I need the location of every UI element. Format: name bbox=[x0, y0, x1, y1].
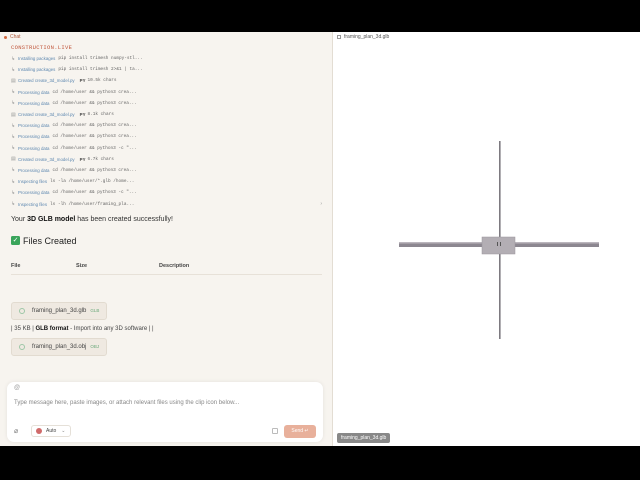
log-ext: PY bbox=[79, 112, 86, 118]
log-command: pip install trimesh 2>&1 | ta... bbox=[58, 67, 143, 73]
log-row[interactable]: ▤ Created create_3d_model.py PY 10.5k chars bbox=[11, 75, 322, 86]
chat-dot-icon bbox=[4, 35, 7, 39]
log-label: Created create_3d_model.py bbox=[18, 78, 75, 84]
step-icon: ↳ bbox=[11, 66, 16, 73]
files-table-header: File Size Description bbox=[11, 263, 322, 271]
message-composer: @ Type message here, paste images, or at… bbox=[7, 382, 323, 442]
log-row[interactable]: ↳ Processing data cd /home/user && python3… bbox=[11, 87, 322, 98]
chat-header: Chat bbox=[0, 32, 332, 42]
step-icon: ↳ bbox=[11, 133, 16, 140]
app-window: Chat CONSTRUCTION.LIVE ↳ Installing packa… bbox=[0, 32, 640, 446]
col-description: Description bbox=[159, 262, 190, 269]
step-icon: ↳ bbox=[11, 145, 16, 152]
log-row[interactable]: ↳ Processing data cd /home/user && python3… bbox=[11, 98, 322, 109]
log-row[interactable]: ↳ Processing data cd /home/user && python3… bbox=[11, 120, 322, 131]
glb-row-text: | 35 KB | GLB format - Import into any 3… bbox=[11, 325, 154, 332]
files-heading: ✓ Files Created bbox=[11, 235, 77, 246]
log-command: cd /home/user && python3 -c "... bbox=[52, 190, 137, 196]
log-row[interactable]: ▤ Created create_3d_model.py PY 8.1k chars bbox=[11, 109, 322, 120]
send-button[interactable]: Send ↵ bbox=[284, 424, 316, 438]
log-label: Processing data bbox=[18, 134, 50, 140]
file-chip-glb[interactable]: framing_plan_3d.glb GLB bbox=[11, 301, 108, 320]
file-icon: ▤ bbox=[11, 77, 16, 84]
block-mark bbox=[500, 242, 501, 246]
file-chip-obj[interactable]: framing_plan_3d.obj OBJ bbox=[11, 337, 108, 356]
log-ext: PY bbox=[79, 156, 86, 162]
log-row[interactable]: ↳ Installing packages pip install trimesh … bbox=[11, 64, 322, 75]
step-icon: ↳ bbox=[11, 167, 16, 174]
step-icon: ↳ bbox=[11, 122, 16, 129]
success-message: Your 3D GLB model has been created succe… bbox=[11, 215, 173, 223]
project-name: CONSTRUCTION.LIVE bbox=[11, 44, 73, 51]
model-viewer[interactable]: framing_plan_3d.glb framing_plan_3d.glb bbox=[333, 32, 640, 446]
step-icon: ↳ bbox=[11, 178, 16, 185]
log-label: Created create_3d_model.py bbox=[18, 156, 75, 162]
step-icon: ↳ bbox=[11, 55, 16, 62]
chevron-right-icon[interactable]: › bbox=[320, 201, 322, 207]
log-command: cd /home/user && python3 crea... bbox=[52, 89, 137, 95]
log-ext: PY bbox=[79, 78, 86, 84]
viewer-filename-label: framing_plan_3d.glb bbox=[337, 433, 391, 443]
file-icon bbox=[19, 343, 25, 350]
log-size: 8.1k chars bbox=[87, 112, 114, 118]
log-command: cd /home/user && python3 crea... bbox=[52, 123, 137, 129]
log-row[interactable]: ↳ Inspecting files ls -la /home/user/*.glb… bbox=[11, 176, 322, 187]
log-row[interactable]: ↳ Processing data cd /home/user && python3… bbox=[11, 187, 322, 198]
log-row[interactable]: ↳ Processing data cd /home/user && python3… bbox=[11, 143, 322, 154]
upload-icon[interactable] bbox=[272, 428, 278, 434]
model-selector[interactable]: Auto ⌄ bbox=[31, 425, 71, 437]
log-row[interactable]: ↳ Inspecting files ls -lh /home/user/frami… bbox=[11, 198, 322, 209]
log-command: cd /home/user && python3 -c "... bbox=[52, 145, 137, 151]
file-icon: ▤ bbox=[11, 111, 16, 118]
log-label: Processing data bbox=[18, 89, 50, 95]
step-icon: ↳ bbox=[11, 189, 16, 196]
log-label: Installing packages bbox=[18, 56, 56, 62]
log-command: cd /home/user && python3 crea... bbox=[52, 100, 137, 106]
center-block bbox=[481, 236, 516, 255]
log-command: pip install trimesh numpy-stl... bbox=[58, 56, 143, 62]
log-label: Processing data bbox=[18, 100, 50, 106]
log-row[interactable]: ↳ Processing data cd /home/user && python3… bbox=[11, 165, 322, 176]
file-icon bbox=[19, 307, 25, 314]
log-size: 10.5k chars bbox=[87, 78, 117, 84]
chevron-down-icon: ⌄ bbox=[61, 428, 66, 434]
3d-scene[interactable] bbox=[333, 32, 640, 446]
file-icon: ▤ bbox=[11, 156, 16, 163]
table-rule bbox=[11, 273, 322, 275]
log-label: Inspecting files bbox=[18, 201, 48, 207]
block-mark bbox=[497, 242, 498, 246]
log-label: Processing data bbox=[18, 167, 50, 173]
log-label: Installing packages bbox=[18, 67, 56, 73]
activity-log: ↳ Installing packages pip install trimesh … bbox=[11, 53, 322, 210]
log-row[interactable]: ▤ Created create_3d_model.py PY 6.7k chars bbox=[11, 154, 322, 165]
col-file: File bbox=[11, 262, 21, 269]
step-icon: ↳ bbox=[11, 89, 16, 96]
log-label: Inspecting files bbox=[18, 179, 48, 185]
log-row[interactable]: ↳ Processing data cd /home/user && python3… bbox=[11, 131, 322, 142]
clip-icon[interactable]: ⌀ bbox=[14, 427, 26, 435]
model-icon bbox=[36, 428, 42, 434]
chat-title: Chat bbox=[10, 34, 21, 40]
log-label: Processing data bbox=[18, 145, 50, 151]
step-icon: ↳ bbox=[11, 201, 16, 208]
log-label: Created create_3d_model.py bbox=[18, 112, 75, 118]
chat-scroll[interactable]: CONSTRUCTION.LIVE ↳ Installing packages pi… bbox=[0, 42, 332, 386]
log-command: ls -lh /home/user/framing_pla... bbox=[50, 201, 135, 207]
mention-button[interactable]: @ bbox=[14, 385, 316, 393]
check-icon: ✓ bbox=[11, 236, 20, 246]
col-size: Size bbox=[76, 262, 88, 269]
composer-toolbar: ⌀ Auto ⌄ Send ↵ bbox=[14, 424, 316, 438]
log-label: Processing data bbox=[18, 123, 50, 129]
log-command: cd /home/user && python3 crea... bbox=[52, 167, 137, 173]
log-row[interactable]: ↳ Installing packages pip install trimesh … bbox=[11, 53, 322, 64]
log-command: cd /home/user && python3 crea... bbox=[52, 134, 137, 140]
chat-panel: Chat CONSTRUCTION.LIVE ↳ Installing packa… bbox=[0, 32, 333, 446]
log-command: ls -la /home/user/*.glb /home... bbox=[50, 179, 135, 185]
log-label: Processing data bbox=[18, 190, 50, 196]
message-input[interactable]: Type message here, paste images, or atta… bbox=[14, 400, 316, 408]
step-icon: ↳ bbox=[11, 100, 16, 107]
log-size: 6.7k chars bbox=[87, 156, 114, 162]
